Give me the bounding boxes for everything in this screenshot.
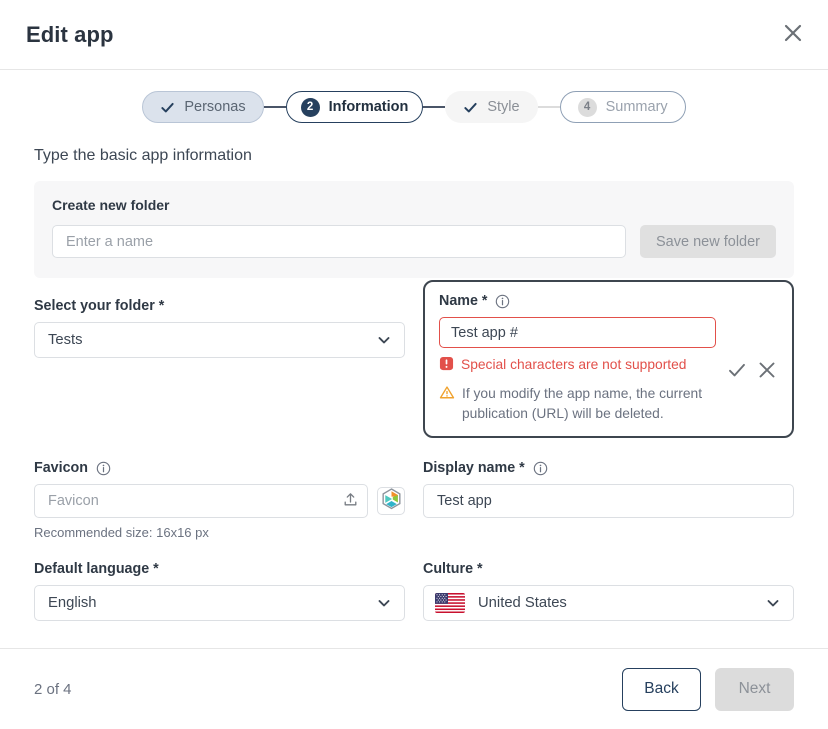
step-personas-label: Personas <box>184 99 246 115</box>
select-folder-label: Select your folder * <box>34 298 165 314</box>
check-icon <box>463 100 478 115</box>
footer-buttons: Back Next <box>622 667 794 711</box>
favicon-label-row: Favicon <box>34 460 405 476</box>
stepper-connector <box>537 106 560 108</box>
name-error-text: Special characters are not supported <box>461 357 687 372</box>
warning-triangle-icon <box>439 385 455 406</box>
close-icon <box>756 359 778 384</box>
name-error-message: Special characters are not supported <box>439 355 716 377</box>
favicon-thumbnail[interactable] <box>377 487 405 515</box>
info-icon[interactable] <box>96 461 111 476</box>
section-title: Type the basic app information <box>34 147 252 164</box>
step-style[interactable]: Style <box>445 91 538 123</box>
favicon-hint: Recommended size: 16x16 px <box>34 525 209 540</box>
select-folder-dropdown[interactable]: Tests <box>34 322 405 358</box>
name-warning-text: If you modify the app name, the current … <box>462 386 703 421</box>
back-button[interactable]: Back <box>622 667 701 711</box>
favicon-input-wrap <box>34 484 368 518</box>
default-language-dropdown[interactable]: English <box>34 585 405 621</box>
chevron-down-icon <box>376 332 392 348</box>
display-name-input[interactable] <box>423 484 794 518</box>
favicon-group: Favicon Favicon Recommended size: 16x16 … <box>34 460 405 540</box>
name-warning-message: If you modify the app name, the current … <box>439 384 716 424</box>
step-personas[interactable]: Personas <box>142 91 264 123</box>
stepper-connector <box>263 106 286 108</box>
close-button[interactable] <box>776 18 810 52</box>
favicon-label: Favicon <box>34 460 89 476</box>
info-icon[interactable] <box>495 294 510 309</box>
info-icon[interactable] <box>533 461 548 476</box>
default-language-group: Default language * English <box>34 561 405 621</box>
close-icon <box>781 21 805 48</box>
step-information[interactable]: 2 Information <box>285 91 424 123</box>
display-name-group: Display name * <box>423 460 794 518</box>
confirm-name-button[interactable] <box>726 359 748 384</box>
name-field-label: Name * <box>439 293 488 309</box>
hexagon-logo-icon <box>381 487 402 515</box>
chevron-down-icon <box>376 595 392 611</box>
favicon-input[interactable] <box>34 484 368 518</box>
culture-group: Culture * United States <box>423 561 794 621</box>
check-icon <box>726 359 748 384</box>
default-language-label: Default language * <box>34 561 159 577</box>
save-new-folder-button[interactable]: Save new folder <box>640 225 776 258</box>
select-folder-value: Tests <box>48 332 83 348</box>
name-field-inner: Special characters are not supported If … <box>439 317 778 424</box>
display-name-label: Display name * <box>423 460 525 476</box>
create-folder-panel: Create new folder Save new folder <box>34 181 794 278</box>
modal-header: Edit app <box>0 0 828 70</box>
step-style-label: Style <box>487 99 520 115</box>
favicon-row <box>34 484 405 518</box>
create-folder-row: Save new folder <box>52 225 776 258</box>
chevron-down-icon <box>765 595 781 611</box>
us-flag-icon <box>435 593 465 613</box>
page-title: Edit app <box>26 21 114 47</box>
wizard-stepper: Personas 2 Information Style 4 Summary <box>0 70 828 123</box>
upload-favicon-button[interactable] <box>342 491 359 511</box>
name-field-callout: Name * Test app # Special characters are… <box>423 280 794 438</box>
modal-body: Type the basic app information Create ne… <box>0 147 828 621</box>
new-folder-name-input[interactable] <box>52 225 627 258</box>
default-language-value: English <box>48 595 97 611</box>
culture-dropdown[interactable]: United States <box>423 585 794 621</box>
name-input[interactable] <box>439 317 716 348</box>
name-field-actions <box>726 317 778 384</box>
select-folder-group: Select your folder * Tests <box>34 298 405 358</box>
culture-value: United States <box>478 595 567 611</box>
modal-footer: 2 of 4 Back Next <box>0 648 828 729</box>
create-folder-label: Create new folder <box>52 197 170 213</box>
step-information-label: Information <box>328 99 409 115</box>
stepper-connector <box>423 106 446 108</box>
step-number-badge: 2 <box>300 97 320 117</box>
display-name-label-row: Display name * <box>423 460 794 476</box>
check-icon <box>160 100 175 115</box>
step-summary-label: Summary <box>605 99 668 115</box>
name-field-left: Special characters are not supported If … <box>439 317 716 424</box>
step-number-badge: 4 <box>577 97 597 117</box>
name-field-label-row: Name * <box>439 293 778 309</box>
step-summary[interactable]: 4 Summary <box>559 91 686 123</box>
upload-icon <box>342 491 359 511</box>
page-counter: 2 of 4 <box>34 680 72 698</box>
next-button[interactable]: Next <box>715 667 794 711</box>
cancel-name-button[interactable] <box>756 359 778 384</box>
error-icon <box>439 356 454 377</box>
culture-label: Culture * <box>423 561 483 577</box>
